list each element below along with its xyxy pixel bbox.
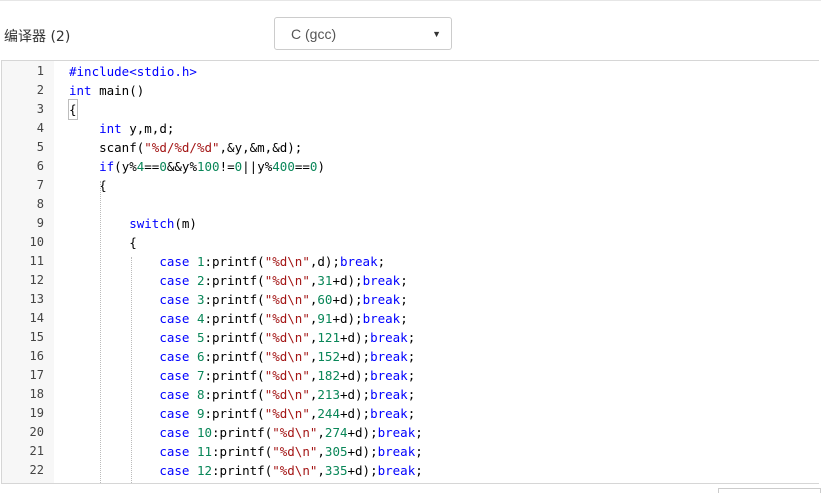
code-text: case 1:printf("%d\n",d);break; (159, 254, 386, 269)
line-number: 3 (36, 102, 44, 116)
code-line[interactable]: 10 { (2, 233, 819, 252)
code-text: case 6:printf("%d\n",152+d);break; (159, 349, 416, 364)
code-line[interactable]: 13 case 3:printf("%d\n",60+d);break; (2, 290, 819, 309)
code-text: #include<stdio.h> (69, 64, 197, 79)
code-text: if(y%4==0&&y%100!=0||y%400==0) (99, 159, 325, 174)
code-line[interactable]: 17 case 7:printf("%d\n",182+d);break; (2, 366, 819, 385)
line-number: 2 (36, 83, 44, 97)
line-number: 7 (36, 178, 44, 192)
line-number: 21 (29, 444, 44, 458)
code-text: case 10:printf("%d\n",274+d);break; (159, 425, 423, 440)
line-number: 8 (36, 197, 44, 211)
code-line[interactable]: 18 case 8:printf("%d\n",213+d);break; (2, 385, 819, 404)
line-number: 20 (29, 425, 44, 439)
code-line[interactable]: 16 case 6:printf("%d\n",152+d);break; (2, 347, 819, 366)
line-number: 14 (29, 311, 44, 325)
code-text: switch(m) (129, 216, 197, 231)
code-line[interactable]: 14 case 4:printf("%d\n",91+d);break; (2, 309, 819, 328)
line-number: 18 (29, 387, 44, 401)
line-number: 6 (36, 159, 44, 173)
code-line[interactable]: 6 if(y%4==0&&y%100!=0||y%400==0) (2, 157, 819, 176)
code-text: scanf("%d/%d/%d",&y,&m,&d); (69, 140, 303, 155)
code-text: case 8:printf("%d\n",213+d);break; (159, 387, 416, 402)
code-text: { (69, 235, 137, 250)
code-text: int main() (69, 83, 145, 98)
language-select[interactable]: C (gcc) ▼ (274, 17, 452, 50)
code-line[interactable]: 5 scanf("%d/%d/%d",&y,&m,&d); (2, 138, 819, 157)
code-text: int y,m,d; (99, 121, 175, 136)
line-number: 9 (36, 216, 44, 230)
code-line[interactable]: 12 case 2:printf("%d\n",31+d);break; (2, 271, 819, 290)
line-number: 13 (29, 292, 44, 306)
code-text: case 9:printf("%d\n",244+d);break; (159, 406, 416, 421)
line-number: 11 (29, 254, 44, 268)
code-text: case 11:printf("%d\n",305+d);break; (159, 444, 423, 459)
line-number: 4 (36, 121, 44, 135)
code-editor[interactable]: 1 #include<stdio.h> 2 int main() 3{4 int y,m… (1, 60, 819, 484)
indent-guide (131, 257, 132, 483)
code-text: case 4:printf("%d\n",91+d);break; (159, 311, 408, 326)
code-text: case 7:printf("%d\n",182+d);break; (159, 368, 416, 383)
code-line[interactable]: 2 int main() (2, 81, 819, 100)
code-line[interactable]: 22 case 12:printf("%d\n",335+d);break; (2, 461, 819, 480)
code-line[interactable]: 3{ (2, 99, 819, 120)
language-select-value: C (gcc) (291, 26, 337, 42)
code-text: { (68, 99, 78, 120)
code-text: case 5:printf("%d\n",121+d);break; (159, 330, 416, 345)
code-text: case 3:printf("%d\n",60+d);break; (159, 292, 408, 307)
compiler-label: 编译器 (2) (4, 29, 71, 45)
top-divider (0, 0, 821, 1)
line-number: 12 (29, 273, 44, 287)
code-line[interactable]: 4 int y,m,d; (2, 119, 819, 138)
line-number: 19 (29, 406, 44, 420)
line-number: 10 (29, 235, 44, 249)
code-line[interactable]: 9 switch(m) (2, 214, 819, 233)
line-number: 22 (29, 463, 44, 477)
code-line[interactable]: 20 case 10:printf("%d\n",274+d);break; (2, 423, 819, 442)
code-line[interactable]: 21 case 11:printf("%d\n",305+d);break; (2, 442, 819, 461)
code-line[interactable]: 19 case 9:printf("%d\n",244+d);break; (2, 404, 819, 423)
code-line[interactable]: 1 #include<stdio.h> (2, 62, 819, 81)
code-line[interactable]: 8 (2, 195, 819, 214)
code-line[interactable]: 15 case 5:printf("%d\n",121+d);break; (2, 328, 819, 347)
code-text: case 2:printf("%d\n",31+d);break; (159, 273, 408, 288)
line-number: 5 (36, 140, 44, 154)
line-number: 1 (36, 64, 44, 78)
line-number: 15 (29, 330, 44, 344)
code-line[interactable]: 11 case 1:printf("%d\n",d);break; (2, 252, 819, 271)
line-number: 16 (29, 349, 44, 363)
code-line[interactable]: 7 { (2, 176, 819, 195)
code-text: case 12:printf("%d\n",335+d);break; (159, 463, 423, 478)
panel-edge (718, 488, 821, 493)
line-number: 17 (29, 368, 44, 382)
chevron-down-icon: ▼ (432, 29, 441, 39)
indent-guide (100, 181, 101, 483)
